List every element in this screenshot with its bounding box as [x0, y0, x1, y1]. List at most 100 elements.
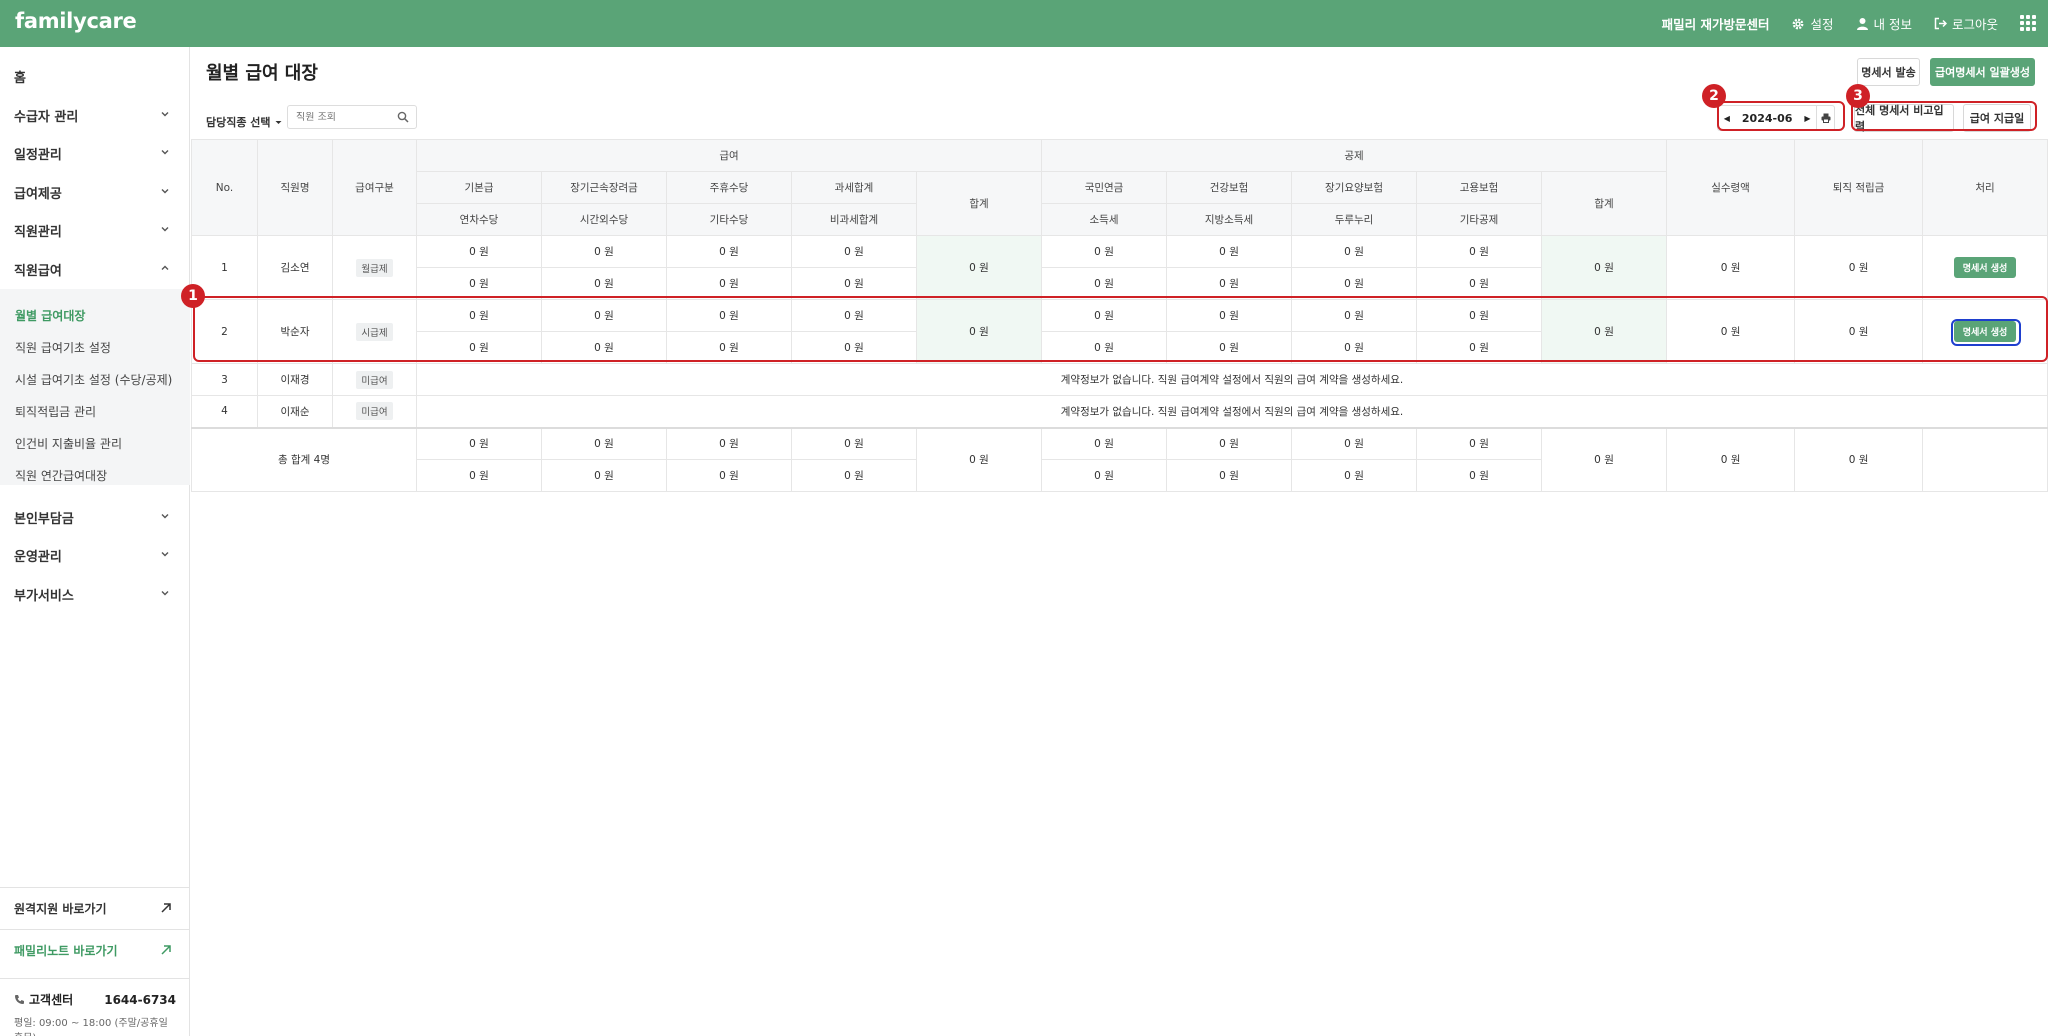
- col-type: 급여구분: [332, 139, 417, 236]
- prev-month-icon[interactable]: ◀: [1718, 114, 1736, 123]
- col-action: 처리: [1922, 139, 2048, 236]
- cell-action: 명세서 생성: [1922, 235, 2048, 300]
- sidebar-item-home[interactable]: 홈: [0, 57, 190, 95]
- col-net: 실수령액: [1666, 139, 1796, 236]
- col-header: 소득세: [1041, 203, 1168, 236]
- sidebar-item-label: 수급자 관리: [14, 109, 79, 125]
- cell-amount: 0 원: [416, 267, 542, 300]
- submenu-monthly-ledger[interactable]: 월별 급여대장: [15, 307, 85, 324]
- sidebar-item-copay[interactable]: 본인부담금: [0, 498, 190, 536]
- cell-amount: 0 원: [1416, 299, 1543, 332]
- family-note-label: 패밀리노트 바로가기: [14, 944, 118, 958]
- table-row: 1 김소연 월급제 0 원 0 원 0 원 0 원 0 원 0 원 0 원 0 …: [191, 235, 2048, 300]
- family-note-link[interactable]: 패밀리노트 바로가기: [0, 929, 190, 971]
- col-no: No.: [191, 139, 258, 236]
- caret-down-icon: [275, 120, 282, 124]
- cell-amount: 0 원: [1291, 299, 1418, 332]
- sidebar-item-schedule[interactable]: 일정관리: [0, 134, 190, 172]
- cell-name: 김소연: [257, 235, 333, 300]
- col-header: 기본급: [416, 171, 542, 204]
- chevron-down-icon: [161, 150, 169, 155]
- sidebar-item-addons[interactable]: 부가서비스: [0, 575, 190, 613]
- cell-amount: 0 원: [666, 459, 792, 492]
- sidebar-item-operations[interactable]: 운영관리: [0, 536, 190, 574]
- next-month-icon[interactable]: ▶: [1799, 114, 1817, 123]
- submenu-retirement-fund[interactable]: 퇴직적립금 관리: [15, 403, 96, 420]
- bulk-note-button[interactable]: 전체 명세서 비고입력: [1854, 104, 1954, 133]
- cell-amount: 0 원: [791, 427, 917, 460]
- apps-grid-icon[interactable]: [2020, 15, 2036, 31]
- cell-amount: 0 원: [791, 299, 917, 332]
- pay-type-badge: 시급제: [356, 322, 393, 341]
- submenu-staff-base-setting[interactable]: 직원 급여기초 설정: [15, 339, 111, 356]
- cell-amount: 0 원: [1416, 331, 1543, 364]
- pay-type-badge: 미급여: [356, 402, 393, 421]
- cell-amount: 0 원: [1291, 459, 1418, 492]
- cell-amount: 0 원: [1291, 427, 1418, 460]
- search-box: [287, 105, 417, 129]
- generate-statement-button[interactable]: 명세서 생성: [1953, 257, 2017, 278]
- cell-no: 3: [191, 363, 258, 396]
- col-name: 직원명: [257, 139, 333, 236]
- submenu-facility-base-setting[interactable]: 시설 급여기초 설정 (수당/공제): [15, 371, 172, 388]
- col-header: 지방소득세: [1166, 203, 1293, 236]
- job-type-filter[interactable]: 담당직종 선택: [206, 114, 282, 130]
- cell-amount: 0 원: [1291, 235, 1418, 268]
- cell-amount: 0 원: [1041, 427, 1168, 460]
- logout-icon: [1934, 17, 1947, 30]
- sidebar-item-label: 일정관리: [14, 147, 62, 163]
- annotation-marker-2: 2: [1702, 84, 1726, 108]
- issue-statement-button[interactable]: 명세서 발송: [1857, 58, 1920, 86]
- search-icon[interactable]: [397, 111, 409, 123]
- cell-amount: 0 원: [1291, 331, 1418, 364]
- cell-amount: 0 원: [666, 331, 792, 364]
- table-row: 2 박순자 시급제 0 원 0 원 0 원 0 원 0 원 0 원 0 원 0 …: [191, 299, 2048, 364]
- top-nav: 패밀리 재가방문센터 설정 내 정보 로그아웃: [1662, 0, 1998, 47]
- cell-amount: 0 원: [1041, 331, 1168, 364]
- cell-name: 이재경: [257, 363, 333, 396]
- submenu-annual-ledger[interactable]: 직원 연간급여대장: [15, 467, 107, 484]
- sidebar-item-service[interactable]: 급여제공: [0, 173, 190, 211]
- search-input[interactable]: [296, 111, 396, 123]
- submenu-labor-cost-ratio[interactable]: 인건비 지출비율 관리: [15, 435, 122, 452]
- annotation-marker-3: 3: [1846, 84, 1870, 108]
- sidebar-item-payroll[interactable]: 직원급여: [0, 250, 190, 288]
- cell-retire: 0 원: [1794, 299, 1924, 364]
- bulk-generate-button[interactable]: 급여명세서 일괄생성: [1930, 58, 2035, 86]
- col-pay-sum: 합계: [915, 171, 1043, 236]
- cell-amount: 0 원: [416, 235, 542, 268]
- total-label: 총 합계 4명: [191, 427, 417, 492]
- print-icon[interactable]: [1816, 106, 1834, 130]
- cell-amount: 0 원: [666, 267, 792, 300]
- cell-amount: 0 원: [1166, 427, 1293, 460]
- generate-statement-button[interactable]: 명세서 생성: [1953, 321, 2017, 342]
- cell-no: 2: [191, 299, 258, 364]
- cell-deduct-sum: 0 원: [1541, 299, 1668, 364]
- cell-amount: 0 원: [666, 235, 792, 268]
- month-value[interactable]: 2024-06: [1736, 112, 1799, 125]
- cs-phone: 1644-6734: [104, 992, 176, 1007]
- my-info-link[interactable]: 내 정보: [1856, 14, 1912, 33]
- col-header: 두루누리: [1291, 203, 1418, 236]
- cell-amount: 0 원: [541, 299, 667, 332]
- logo[interactable]: familycare: [15, 9, 137, 33]
- cell-amount: 0 원: [1041, 459, 1168, 492]
- sidebar-item-staff[interactable]: 직원관리: [0, 211, 190, 249]
- logout-link[interactable]: 로그아웃: [1934, 14, 1998, 33]
- remote-support-link[interactable]: 원격지원 바로가기: [0, 887, 190, 929]
- settings-link[interactable]: 설정: [1791, 14, 1834, 33]
- payday-button[interactable]: 급여 지급일: [1963, 104, 2031, 132]
- cell-amount: 0 원: [1041, 235, 1168, 268]
- settings-label: 설정: [1810, 17, 1834, 32]
- sidebar-item-label: 직원관리: [14, 224, 62, 240]
- sidebar-item-label: 운영관리: [14, 549, 62, 565]
- col-header: 장기근속장려금: [541, 171, 667, 204]
- cell-amount: 0 원: [1041, 267, 1168, 300]
- logout-label: 로그아웃: [1951, 17, 1998, 32]
- sidebar-item-label: 급여제공: [14, 186, 62, 202]
- external-link-icon: [161, 945, 171, 955]
- cell-amount: 0 원: [1416, 267, 1543, 300]
- cell-amount: 0 원: [541, 267, 667, 300]
- cell-amount: 0 원: [1416, 235, 1543, 268]
- sidebar-item-recipients[interactable]: 수급자 관리: [0, 96, 190, 134]
